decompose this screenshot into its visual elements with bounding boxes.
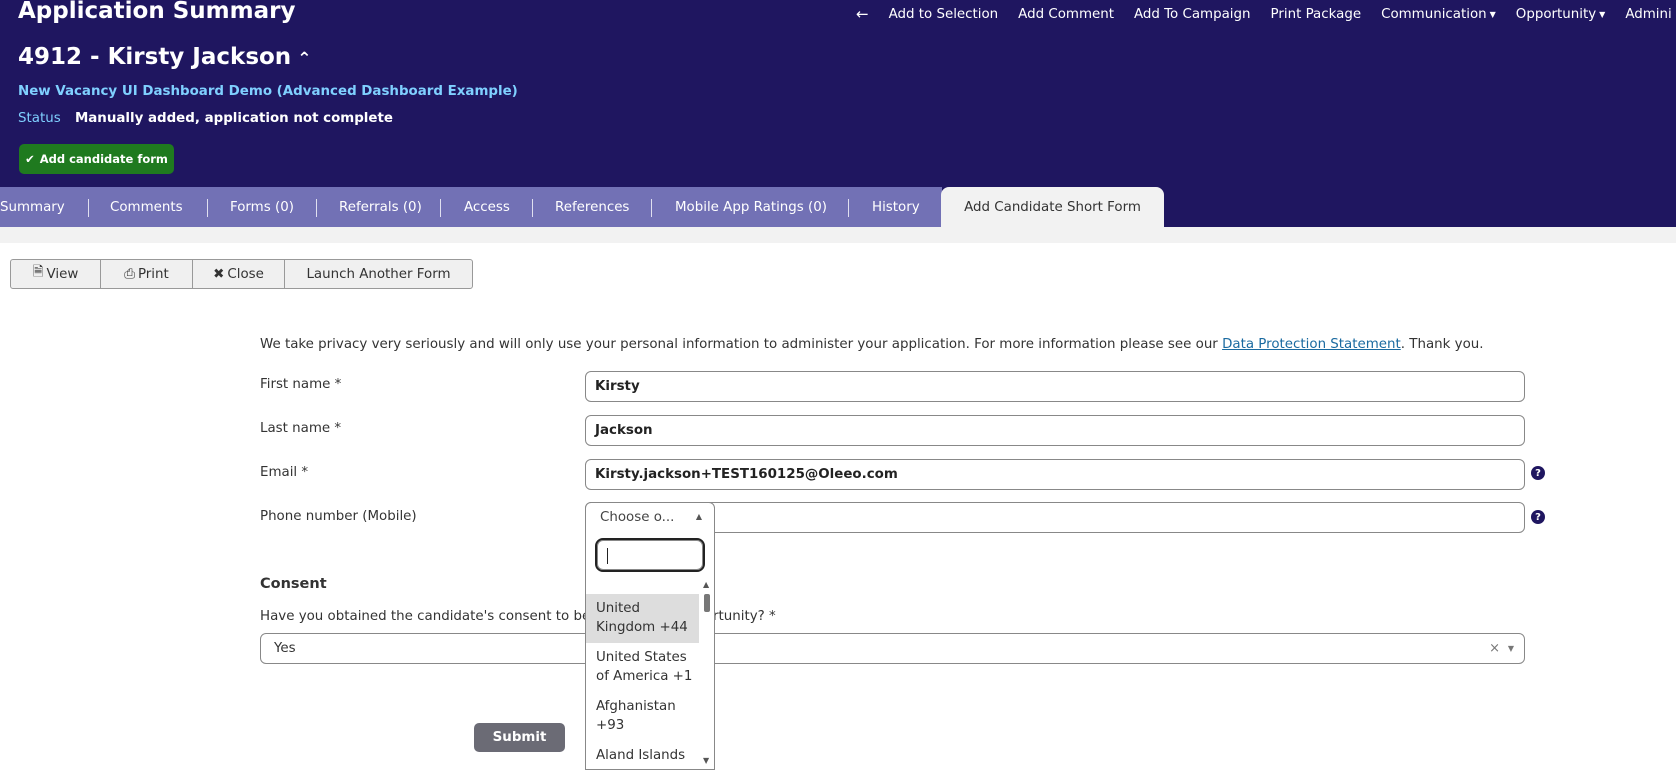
candidate-name-text: 4912 - Kirsty Jackson — [18, 44, 292, 70]
nav-print-package[interactable]: Print Package — [1271, 7, 1362, 22]
nav-label: Opportunity — [1515, 6, 1597, 22]
first-name-field[interactable]: Kirsty — [585, 371, 1525, 402]
nav-add-comment[interactable]: Add Comment — [1018, 7, 1114, 22]
tab-comments[interactable]: Comments — [110, 187, 183, 227]
data-protection-link[interactable]: Data Protection Statement — [1222, 337, 1401, 352]
tab-summary[interactable]: Summary — [0, 187, 65, 227]
tab-mobile-app-ratings[interactable]: Mobile App Ratings (0) — [675, 187, 827, 227]
last-name-label: Last name * — [260, 421, 342, 436]
consent-heading: Consent — [260, 576, 327, 592]
check-icon: ✔ — [25, 152, 35, 166]
form-toolbar: 🗎 View ⎙ Print ✖ Close Launch Another Form — [10, 259, 473, 289]
select-value: Choose o... — [600, 510, 675, 525]
text-cursor — [607, 548, 608, 564]
email-label: Email * — [260, 465, 309, 480]
select-value: Yes — [274, 641, 296, 656]
caret-up-icon: ▲ — [695, 512, 702, 521]
nav-label: Admini — [1625, 6, 1672, 22]
help-icon[interactable]: ? — [1531, 510, 1545, 524]
nav-add-to-campaign[interactable]: Add To Campaign — [1134, 7, 1251, 22]
dropdown-option[interactable]: Afghanistan +93 — [586, 692, 699, 741]
dropdown-option[interactable]: United States of America +1 — [586, 643, 699, 692]
caret-down-icon: ▼ — [1599, 9, 1606, 19]
tab-history[interactable]: History — [872, 187, 920, 227]
nav-communication-menu[interactable]: Communication ▼ — [1381, 7, 1496, 22]
chevron-up-icon[interactable]: ⌃ — [297, 49, 311, 69]
launch-another-form-button[interactable]: Launch Another Form — [285, 260, 472, 288]
nav-label: Communication — [1381, 6, 1487, 22]
help-icon[interactable]: ? — [1531, 466, 1545, 480]
tab-divider — [532, 199, 533, 217]
status-row: Status Manually added, application not c… — [18, 111, 393, 126]
nav-label: Add To Campaign — [1133, 6, 1251, 22]
add-candidate-form-button[interactable]: ✔ Add candidate form — [19, 144, 174, 174]
nav-label: Print Package — [1270, 6, 1362, 22]
caret-down-icon: ▼ — [1489, 9, 1496, 19]
country-code-dropdown: United Kingdom +44 United States of Amer… — [585, 532, 715, 770]
nav-label: Add to Selection — [888, 6, 999, 22]
button-label: Launch Another Form — [306, 266, 451, 282]
printer-icon: ⎙ — [124, 266, 135, 282]
vacancy-link[interactable]: New Vacancy UI Dashboard Demo (Advanced … — [18, 84, 518, 99]
privacy-end: . Thank you. — [1400, 337, 1484, 352]
tab-references[interactable]: References — [555, 187, 629, 227]
privacy-text: We take privacy very seriously and will … — [260, 337, 1223, 352]
dropdown-option[interactable]: Aland Islands — [586, 741, 699, 769]
tab-divider — [88, 199, 89, 217]
page-title: Application Summary — [18, 0, 296, 24]
consent-select[interactable]: Yes × ▼ — [260, 633, 1525, 664]
document-icon: 🗎 — [32, 265, 44, 280]
button-label: View — [46, 266, 79, 282]
top-navigation: ← Add to Selection Add Comment Add To Ca… — [856, 4, 1676, 24]
tab-access[interactable]: Access — [464, 187, 510, 227]
nav-admin-menu[interactable]: Admini — [1625, 7, 1671, 22]
scroll-up-icon[interactable]: ▲ — [703, 580, 709, 589]
tab-divider — [316, 199, 317, 217]
close-icon: ✖ — [213, 266, 225, 282]
dropdown-scrollbar[interactable]: ▲ ▼ — [700, 580, 714, 768]
phone-number-field[interactable] — [585, 502, 1525, 533]
tab-content-strip — [0, 227, 1676, 243]
submit-button[interactable]: Submit — [474, 723, 565, 752]
nav-add-to-selection[interactable]: Add to Selection — [889, 7, 999, 22]
consent-question-end: rtunity? * — [713, 609, 776, 624]
button-label: Close — [227, 266, 264, 282]
view-button[interactable]: 🗎 View — [11, 260, 101, 288]
tab-divider — [651, 199, 652, 217]
arrow-left-icon[interactable]: ← — [856, 5, 869, 23]
consent-question: Have you obtained the candidate's consen… — [260, 609, 776, 624]
scrollbar-thumb[interactable] — [704, 594, 710, 612]
nav-opportunity-menu[interactable]: Opportunity ▼ — [1516, 7, 1606, 22]
close-button[interactable]: ✖ Close — [193, 260, 285, 288]
status-value: Manually added, application not complete — [74, 111, 393, 126]
status-label: Status — [18, 111, 61, 126]
tab-divider — [848, 199, 849, 217]
button-label: Print — [137, 266, 169, 282]
dropdown-search-input[interactable] — [595, 538, 705, 572]
phone-label: Phone number (Mobile) — [260, 509, 417, 524]
first-name-label: First name * — [260, 377, 342, 392]
tab-forms[interactable]: Forms (0) — [230, 187, 294, 227]
candidate-name: 4912 - Kirsty Jackson ⌃ — [18, 44, 311, 70]
privacy-notice: We take privacy very seriously and will … — [260, 337, 1484, 352]
clear-icon[interactable]: × — [1489, 641, 1500, 656]
email-field[interactable]: Kirsty.jackson+TEST160125@Oleeo.com — [585, 459, 1525, 490]
country-code-select[interactable]: Choose o... ▲ — [585, 502, 715, 533]
scroll-down-icon[interactable]: ▼ — [703, 756, 709, 765]
consent-question-start: Have you obtained the candidate's consen… — [260, 609, 591, 624]
caret-down-icon: ▼ — [1507, 644, 1514, 653]
button-label: Add candidate form — [39, 152, 168, 166]
tab-referrals[interactable]: Referrals (0) — [339, 187, 422, 227]
nav-label: Add Comment — [1018, 6, 1114, 22]
dropdown-option[interactable]: United Kingdom +44 — [586, 594, 699, 643]
last-name-field[interactable]: Jackson — [585, 415, 1525, 446]
print-button[interactable]: ⎙ Print — [101, 260, 193, 288]
tab-divider — [440, 199, 441, 217]
tab-divider — [207, 199, 208, 217]
tab-add-candidate-short-form[interactable]: Add Candidate Short Form — [941, 187, 1164, 227]
